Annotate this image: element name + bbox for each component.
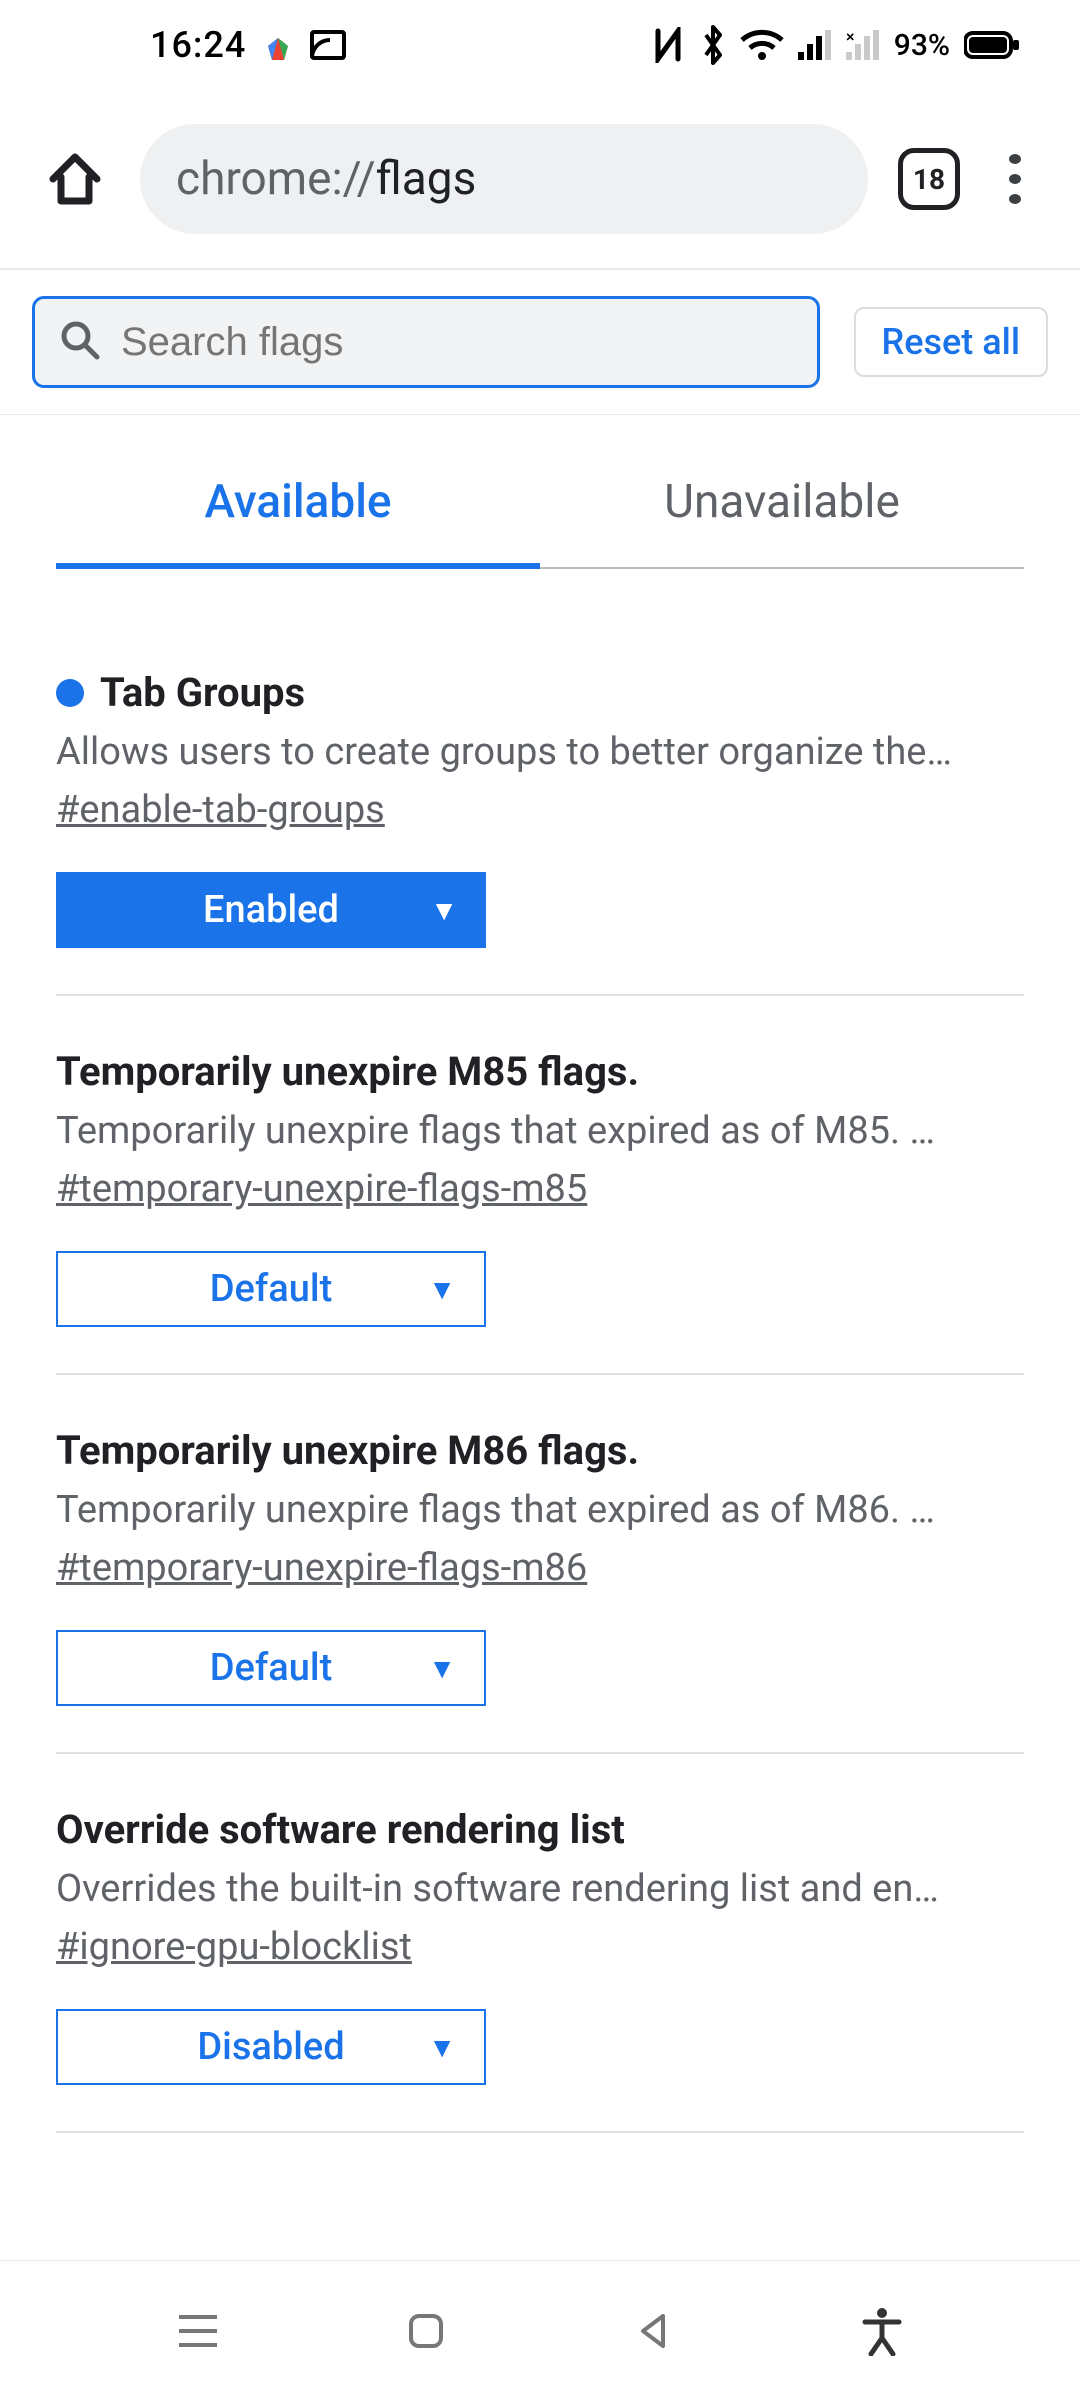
flag-item: Temporarily unexpire M86 flags. Temporar…	[56, 1427, 1024, 1754]
system-nav-bar	[0, 2260, 1080, 2400]
flag-title: Tab Groups	[100, 669, 305, 716]
search-flags-box[interactable]	[32, 296, 820, 388]
flag-dropdown[interactable]: Disabled ▼	[56, 2009, 486, 2085]
flag-anchor-link[interactable]: #temporary-unexpire-flags-m86	[56, 1546, 587, 1590]
tab-available-label: Available	[204, 475, 391, 529]
tab-unavailable[interactable]: Unavailable	[540, 475, 1024, 569]
chevron-down-icon: ▼	[430, 894, 458, 927]
flag-title: Temporarily unexpire M85 flags.	[56, 1048, 639, 1095]
battery-icon	[964, 30, 1020, 60]
modified-dot-icon	[56, 679, 84, 707]
tab-switcher-button[interactable]: 18	[898, 148, 960, 210]
flag-title: Override software rendering list	[56, 1806, 625, 1853]
home-nav-button[interactable]	[396, 2301, 456, 2361]
flag-item: Temporarily unexpire M85 flags. Temporar…	[56, 1048, 1024, 1375]
flag-dropdown-value: Default	[210, 1646, 333, 1690]
flags-list: Tab Groups Allows users to create groups…	[0, 669, 1080, 2133]
reset-all-label: Reset all	[882, 321, 1020, 363]
flag-item: Tab Groups Allows users to create groups…	[56, 669, 1024, 996]
accessibility-button[interactable]	[852, 2301, 912, 2361]
flag-dropdown[interactable]: Default ▼	[56, 1630, 486, 1706]
flag-description: Temporarily unexpire flags that expired …	[56, 1109, 1024, 1153]
flag-dropdown-value: Default	[210, 1267, 333, 1311]
home-button[interactable]	[40, 144, 110, 214]
flag-anchor-link[interactable]: #temporary-unexpire-flags-m85	[56, 1167, 587, 1211]
tab-available[interactable]: Available	[56, 475, 540, 569]
back-nav-button[interactable]	[624, 2301, 684, 2361]
bluetooth-icon	[700, 25, 726, 65]
wifi-icon	[740, 28, 784, 62]
flag-dropdown[interactable]: Enabled ▼	[56, 872, 486, 948]
chevron-down-icon: ▼	[428, 1273, 456, 1306]
flag-description: Temporarily unexpire flags that expired …	[56, 1488, 1024, 1532]
flag-dropdown-value: Disabled	[197, 2025, 344, 2069]
search-row: Reset all	[0, 270, 1080, 415]
url-prefix: chrome://	[176, 152, 376, 206]
url-bar[interactable]: chrome://flags	[140, 124, 868, 234]
chevron-down-icon: ▼	[428, 2031, 456, 2064]
tabs: Available Unavailable	[56, 475, 1024, 569]
chevron-down-icon: ▼	[428, 1652, 456, 1685]
clock: 16:24	[150, 24, 246, 66]
flag-item: Override software rendering list Overrid…	[56, 1806, 1024, 2133]
overflow-menu-button[interactable]	[990, 154, 1040, 204]
flag-title: Temporarily unexpire M86 flags.	[56, 1427, 639, 1474]
signal-1-icon	[798, 30, 832, 60]
browser-toolbar: chrome://flags 18	[0, 90, 1080, 270]
nfc-icon	[650, 27, 686, 63]
search-flags-input[interactable]	[121, 320, 793, 365]
flag-dropdown[interactable]: Default ▼	[56, 1251, 486, 1327]
signal-2-icon: ×	[846, 30, 880, 60]
flag-dropdown-value: Enabled	[203, 888, 339, 932]
flag-description: Allows users to create groups to better …	[56, 730, 1024, 774]
recents-button[interactable]	[168, 2301, 228, 2361]
tab-unavailable-label: Unavailable	[664, 475, 900, 529]
search-icon	[59, 319, 101, 365]
cast-icon	[310, 30, 346, 60]
url-suffix: flags	[376, 152, 477, 206]
app-indicator-icon	[264, 31, 292, 59]
battery-percent: 93%	[894, 28, 950, 63]
flag-anchor-link[interactable]: #enable-tab-groups	[56, 788, 385, 832]
svg-text:×: ×	[846, 30, 855, 46]
tab-count: 18	[913, 163, 945, 196]
status-bar: 16:24 × 93%	[0, 0, 1080, 90]
reset-all-button[interactable]: Reset all	[854, 307, 1048, 377]
flag-anchor-link[interactable]: #ignore-gpu-blocklist	[56, 1925, 412, 1969]
flag-description: Overrides the built-in software renderin…	[56, 1867, 1024, 1911]
